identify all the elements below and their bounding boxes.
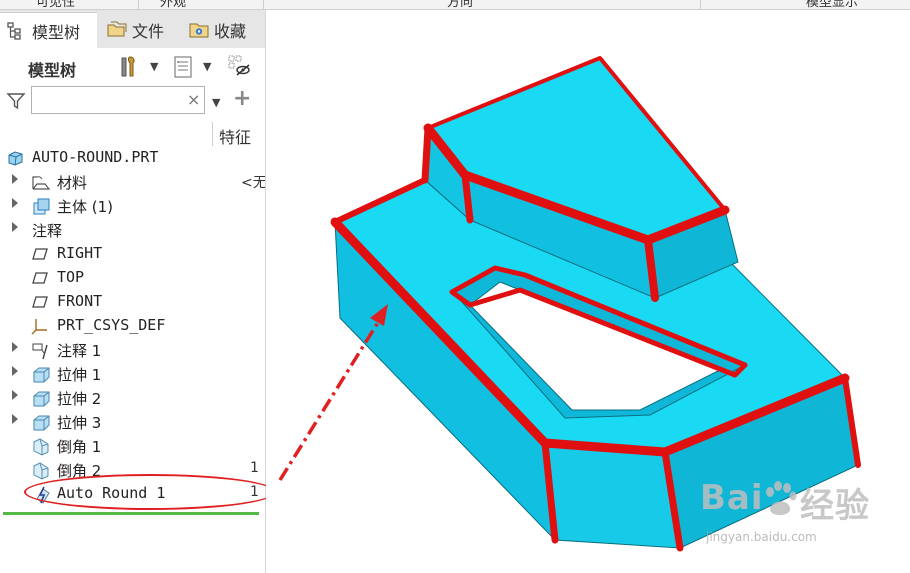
tree-item-extrude-1[interactable]: 拉伸 1 bbox=[0, 362, 265, 386]
tree-column-header: 特征 bbox=[0, 122, 265, 148]
show-options-dropdown-icon[interactable]: ▼ bbox=[203, 60, 211, 73]
model-side-front bbox=[544, 442, 681, 549]
search-history-dropdown-icon[interactable]: ▼ bbox=[212, 96, 220, 109]
folders-icon bbox=[106, 20, 127, 40]
ribbon-visibility[interactable]: 可见性 bbox=[36, 0, 75, 9]
watermark-url: jingyan.baidu.com bbox=[706, 530, 817, 544]
tree-item-label: TOP bbox=[57, 268, 85, 286]
column-header-feature[interactable]: 特征 bbox=[219, 124, 265, 148]
expand-arrow-icon[interactable] bbox=[12, 390, 18, 400]
tree-root-part[interactable]: AUTO-ROUND.PRT bbox=[0, 146, 265, 170]
annotation-highlight-ellipse bbox=[24, 474, 276, 510]
tab-favorites[interactable]: 收藏 bbox=[182, 12, 265, 48]
round-edge-boss-vertical-1 bbox=[421, 124, 432, 184]
tree-item-label: 注释 1 bbox=[57, 342, 102, 360]
tree-item-label: 拉伸 1 bbox=[57, 366, 102, 384]
annotation-feature-icon bbox=[31, 341, 49, 360]
datum-plane-icon bbox=[31, 293, 49, 311]
tab-folder-browser[interactable]: 文件 bbox=[100, 12, 182, 48]
datum-plane-icon bbox=[31, 245, 49, 263]
tree-item-label: 拉伸 3 bbox=[57, 414, 102, 432]
ribbon-model-display[interactable]: 模型显示 bbox=[806, 0, 858, 9]
tree-item-datum-top[interactable]: TOP bbox=[0, 266, 265, 290]
tree-item-chamfer-1[interactable]: 倒角 1 bbox=[0, 434, 265, 458]
tab-model-tree[interactable]: 模型树 bbox=[0, 12, 97, 48]
tree-item-bodies[interactable]: 主体 (1) bbox=[0, 194, 265, 218]
expand-arrow-icon[interactable] bbox=[12, 342, 18, 352]
tab-model-tree-label: 模型树 bbox=[32, 22, 81, 42]
tab-favorites-label: 收藏 bbox=[214, 22, 247, 41]
chamfer-icon bbox=[31, 461, 49, 480]
tree-item-label: 材料 bbox=[57, 174, 88, 192]
tree-item-annotations[interactable]: 注释 bbox=[0, 218, 265, 242]
favorites-icon bbox=[188, 20, 209, 40]
tree-item-label: 注释 bbox=[32, 222, 63, 240]
tree-item-label: 倒角 1 bbox=[57, 438, 102, 456]
expand-arrow-icon[interactable] bbox=[12, 366, 18, 376]
tab-folder-browser-label: 文件 bbox=[132, 22, 165, 41]
part-model bbox=[330, 56, 861, 552]
model-tree-icon bbox=[6, 21, 26, 41]
body-icon bbox=[31, 197, 50, 215]
tree-item-value: 1 bbox=[250, 460, 259, 476]
ribbon-strip: 可见性 外观 方向 模型显示 bbox=[0, 0, 910, 10]
part-icon bbox=[6, 149, 24, 167]
ribbon-appearance[interactable]: 外观 bbox=[160, 0, 186, 9]
tree-item-label: PRT_CSYS_DEF bbox=[57, 316, 166, 334]
navigator-panel: 模型树 文件 收藏 模型树 ▼ ▼ × ▼ + 特征 AUTO-ROUND.PR… bbox=[0, 10, 276, 573]
expand-arrow-icon[interactable] bbox=[12, 222, 18, 232]
tree-item-datum-right[interactable]: RIGHT bbox=[0, 242, 265, 266]
insert-here-marker[interactable] bbox=[3, 512, 259, 515]
paw-icon bbox=[762, 480, 798, 522]
show-options-icon[interactable] bbox=[170, 54, 196, 80]
expand-arrow-icon[interactable] bbox=[12, 414, 18, 424]
datum-plane-icon bbox=[31, 269, 49, 287]
add-filter-icon[interactable]: + bbox=[233, 86, 251, 111]
navigator-tabs: 模型树 文件 收藏 bbox=[0, 10, 265, 48]
hide-columns-icon[interactable] bbox=[227, 54, 253, 80]
expand-arrow-icon[interactable] bbox=[12, 174, 18, 184]
tree-tools-dropdown-icon[interactable]: ▼ bbox=[150, 60, 158, 73]
tree-item-label: FRONT bbox=[57, 292, 103, 310]
model-tree-title: 模型树 bbox=[28, 61, 77, 80]
tree-item-label: RIGHT bbox=[57, 244, 103, 262]
tree-item-extrude-2[interactable]: 拉伸 2 bbox=[0, 386, 265, 410]
tree-item-extrude-3[interactable]: 拉伸 3 bbox=[0, 410, 265, 434]
ribbon-orientation[interactable]: 方向 bbox=[447, 0, 473, 9]
tree-filter-row: × ▼ + bbox=[0, 84, 265, 118]
tree-item-annotation-1[interactable]: 注释 1 bbox=[0, 338, 265, 362]
baidu-watermark: Bai 经验 jingyan.baidu.com bbox=[700, 478, 900, 553]
tree-tools-icon[interactable] bbox=[117, 54, 143, 80]
extrude-icon bbox=[31, 413, 50, 431]
extrude-icon bbox=[31, 365, 50, 383]
tree-item-label: 拉伸 2 bbox=[57, 390, 102, 408]
annotation-arrow bbox=[278, 304, 388, 481]
tree-item-label: 主体 (1) bbox=[57, 198, 114, 216]
round-edge-boss-vertical-2 bbox=[461, 171, 474, 224]
tree-item-value: <无 bbox=[241, 175, 265, 191]
watermark-brand-left: Bai bbox=[700, 478, 764, 518]
extrude-icon bbox=[31, 389, 50, 407]
model-tree-toolbar: 模型树 ▼ ▼ bbox=[0, 50, 265, 84]
tree-item-datum-front[interactable]: FRONT bbox=[0, 290, 265, 314]
coordinate-system-icon bbox=[31, 317, 49, 335]
clear-search-icon[interactable]: × bbox=[187, 90, 200, 109]
tree-item-material[interactable]: 材料 <无 bbox=[0, 170, 265, 194]
material-icon bbox=[30, 173, 51, 191]
filter-icon[interactable] bbox=[6, 91, 26, 115]
chamfer-icon bbox=[31, 437, 49, 456]
tree-item-csys[interactable]: PRT_CSYS_DEF bbox=[0, 314, 265, 338]
tree-search-input[interactable] bbox=[31, 86, 205, 114]
tree-item-label: AUTO-ROUND.PRT bbox=[32, 148, 159, 166]
expand-arrow-icon[interactable] bbox=[12, 198, 18, 208]
watermark-brand-right: 经验 bbox=[800, 486, 870, 526]
